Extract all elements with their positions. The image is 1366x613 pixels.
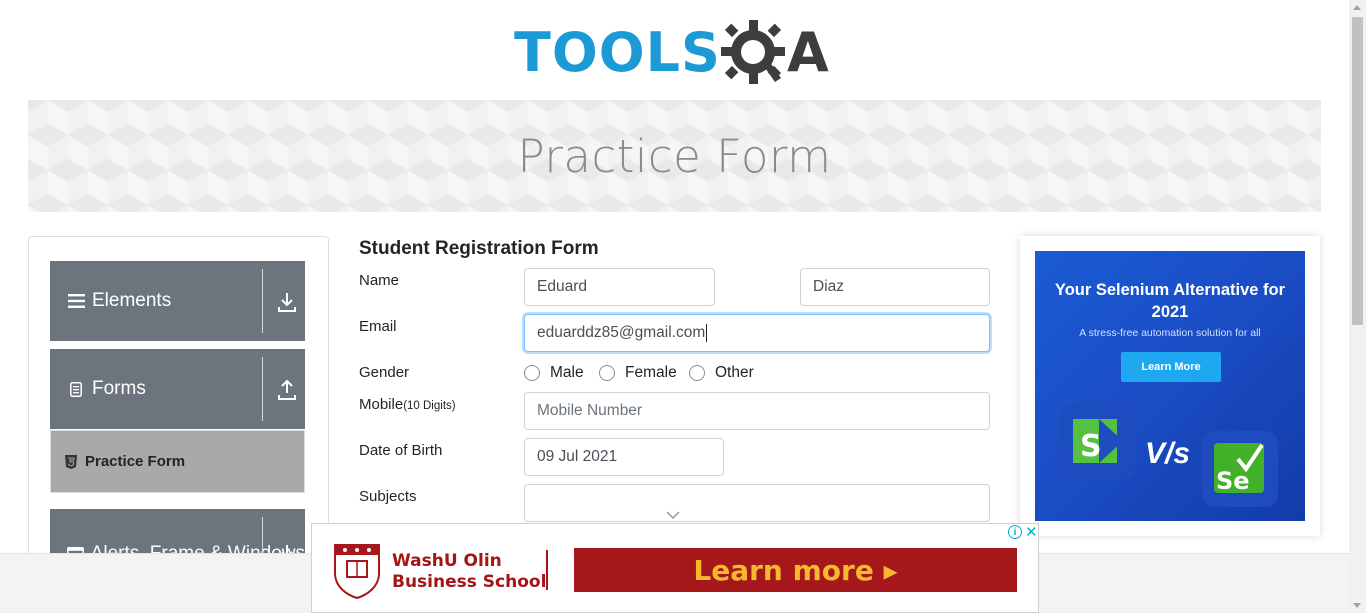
upload-icon[interactable] xyxy=(277,379,297,401)
divider xyxy=(262,357,263,421)
ad-headline: Your Selenium Alternative for 2021 xyxy=(1054,281,1286,321)
mobile-label: Mobile(10 Digits) xyxy=(359,396,456,413)
radio-circle[interactable] xyxy=(689,365,705,381)
ad-learn-more-button[interactable]: Learn more ▸ xyxy=(574,548,1017,592)
gear-magnifier-icon xyxy=(720,20,785,84)
ad-vs-text: V/s xyxy=(1145,437,1191,470)
page-banner: Practice Form xyxy=(28,100,1321,212)
sidebar-group-forms[interactable]: Forms xyxy=(50,349,305,429)
katalon-logo-icon: S xyxy=(1059,403,1135,479)
sidebar-group-label: Elements xyxy=(92,290,172,311)
gender-radio-other[interactable]: Other xyxy=(689,364,754,382)
email-input[interactable]: eduarddz85@gmail.com xyxy=(524,314,990,352)
washu-olin-ad[interactable]: WashU Olin Business School Learn more ▸ … xyxy=(311,523,1039,613)
date-of-birth-input[interactable]: 09 Jul 2021 xyxy=(524,438,724,476)
email-value: eduarddz85@gmail.com xyxy=(537,324,706,341)
scroll-down-arrow-icon[interactable] xyxy=(1353,603,1361,608)
mobile-label-text: Mobile xyxy=(359,396,404,413)
divider xyxy=(546,550,548,590)
page-title: Practice Form xyxy=(517,129,832,183)
sidebar-group-elements[interactable]: Elements xyxy=(50,261,305,341)
document-icon xyxy=(66,381,86,397)
radio-circle[interactable] xyxy=(524,365,540,381)
subjects-label: Subjects xyxy=(359,488,417,505)
right-ad-container: Your Selenium Alternative for 2021 A str… xyxy=(1020,236,1320,536)
dob-label: Date of Birth xyxy=(359,442,443,459)
katalon-letter: S xyxy=(1080,429,1102,464)
left-sidebar: Elements Forms Practice Form Alerts, Fra… xyxy=(28,236,329,589)
divider xyxy=(262,269,263,333)
radio-label: Female xyxy=(625,364,677,381)
download-icon[interactable] xyxy=(277,291,297,313)
chevron-down-icon xyxy=(666,511,680,520)
vertical-scrollbar[interactable] xyxy=(1349,0,1366,613)
ad-subline: A stress-free automation solution for al… xyxy=(1079,327,1261,339)
text-caret xyxy=(706,323,708,342)
form-title: Student Registration Form xyxy=(359,238,599,259)
ad-school-name: WashU Olin Business School xyxy=(392,551,546,593)
scrollbar-thumb[interactable] xyxy=(1352,17,1363,325)
toolsqa-logo[interactable]: TOOLS A xyxy=(514,16,838,90)
ad-info-icon[interactable]: i xyxy=(1008,525,1022,539)
email-label: Email xyxy=(359,318,397,335)
ad-school-line2: Business School xyxy=(392,572,547,592)
page: TOOLS A Practice Form Elements Forms Pra… xyxy=(0,0,1366,613)
radio-label: Other xyxy=(715,364,754,381)
hamburger-icon xyxy=(66,294,86,308)
ad-close-icon[interactable]: ✕ xyxy=(1025,523,1038,541)
radio-label: Male xyxy=(550,364,584,381)
washu-crest-icon xyxy=(334,544,380,599)
mobile-hint: (10 Digits) xyxy=(403,400,456,412)
logo-text-tools: TOOLS xyxy=(514,21,721,84)
last-name-input[interactable]: Diaz xyxy=(800,268,990,306)
selenium-alternative-ad[interactable]: Your Selenium Alternative for 2021 A str… xyxy=(1035,251,1305,521)
selenium-letters: Se xyxy=(1216,467,1250,495)
scroll-up-arrow-icon[interactable] xyxy=(1353,5,1361,10)
ad-school-line1: WashU Olin xyxy=(392,551,502,571)
selenium-logo-icon: Se xyxy=(1202,431,1278,507)
gender-label: Gender xyxy=(359,364,410,381)
sidebar-item-practice-form[interactable]: Practice Form xyxy=(50,430,305,493)
radio-circle[interactable] xyxy=(599,365,615,381)
name-label: Name xyxy=(359,272,400,289)
sidebar-group-label: Forms xyxy=(92,378,146,399)
first-name-input[interactable]: Eduard xyxy=(524,268,715,306)
mobile-input[interactable]: Mobile Number xyxy=(524,392,990,430)
gender-radio-male[interactable]: Male xyxy=(524,364,584,382)
subjects-input[interactable] xyxy=(524,484,990,522)
sidebar-item-label: Practice Form xyxy=(85,453,186,470)
gender-radio-female[interactable]: Female xyxy=(599,364,677,382)
ad-learn-more-button[interactable]: Learn More xyxy=(1121,352,1221,382)
html5-icon xyxy=(65,454,77,469)
